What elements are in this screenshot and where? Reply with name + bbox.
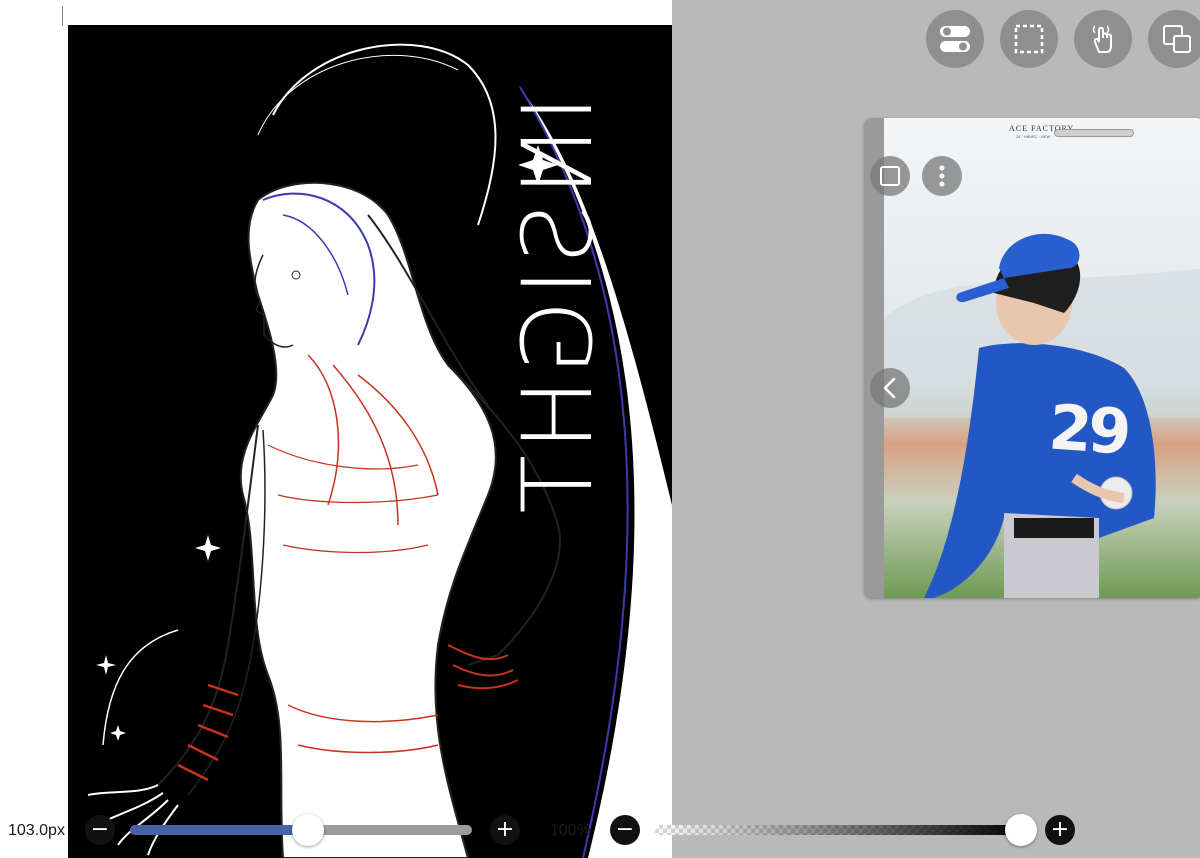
opacity-slider[interactable] — [655, 814, 1037, 846]
opacity-decrease-button[interactable]: − — [610, 815, 640, 845]
selection-icon — [1014, 24, 1044, 54]
reference-panel[interactable]: ACE FACTORY 24 · HIBISC · NEW 29 — [864, 118, 1200, 598]
selection-button[interactable] — [1000, 10, 1058, 68]
opacity-increase-button[interactable]: + — [1045, 815, 1075, 845]
toggle-switch-button[interactable] — [926, 10, 984, 68]
canvas-corner-mark — [62, 6, 63, 26]
more-vertical-icon — [939, 165, 945, 187]
top-toolbar — [926, 10, 1200, 68]
opacity-thumb[interactable] — [1005, 814, 1037, 846]
brush-size-thumb[interactable] — [291, 814, 324, 846]
brush-size-fill — [130, 825, 308, 835]
brush-size-increase-button[interactable]: + — [490, 815, 520, 845]
transform-icon — [1163, 25, 1191, 53]
brush-size-slider[interactable] — [130, 814, 472, 846]
artwork-title-text: INSIGHT — [502, 95, 614, 518]
photo-brand-subtext: 24 · HIBISC · NEW — [1016, 134, 1051, 139]
gesture-button[interactable] — [1074, 10, 1132, 68]
bottom-bar: 103.0px − + 100% − + — [0, 812, 1200, 858]
brush-size-decrease-button[interactable]: − — [85, 815, 115, 845]
brush-size-label: 103.0px — [8, 822, 65, 839]
gesture-hand-icon — [1092, 25, 1112, 53]
toggle-switch-icon — [940, 26, 970, 52]
transform-button[interactable] — [1148, 10, 1200, 68]
square-outline-icon — [880, 166, 900, 186]
reference-more-button[interactable] — [922, 156, 962, 196]
drawing-canvas[interactable]: INSIGHT — [0, 0, 672, 858]
opacity-label: 100% — [550, 822, 591, 839]
reference-drag-handle[interactable] — [1054, 129, 1134, 137]
jersey-number: 29 — [1046, 390, 1130, 469]
reference-collapse-button[interactable] — [870, 368, 910, 408]
chevron-left-icon — [883, 377, 896, 399]
artwork[interactable]: INSIGHT — [68, 25, 672, 858]
reference-toggle-button[interactable] — [870, 156, 910, 196]
